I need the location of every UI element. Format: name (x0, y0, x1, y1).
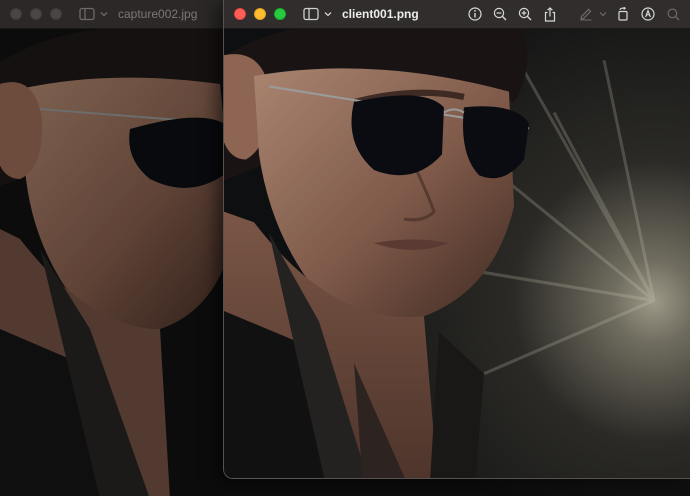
rotate-icon[interactable] (612, 3, 634, 25)
zoom-in-icon[interactable] (514, 3, 536, 25)
window-title: capture002.jpg (118, 7, 198, 21)
desktop: capture002.jpg client001.png (0, 0, 690, 496)
titlebar[interactable]: client001.png (224, 0, 690, 29)
info-icon[interactable] (464, 3, 486, 25)
minimize-button[interactable] (254, 8, 266, 20)
sidebar-icon[interactable] (76, 3, 98, 25)
zoom-button[interactable] (50, 8, 62, 20)
toolbar (464, 3, 684, 25)
chevron-down-icon[interactable] (98, 3, 110, 25)
share-icon[interactable] (539, 3, 561, 25)
chevron-down-icon[interactable] (322, 3, 334, 25)
zoom-out-icon[interactable] (489, 3, 511, 25)
preview-window-active[interactable]: client001.png (223, 0, 690, 479)
sidebar-icon[interactable] (300, 3, 322, 25)
window-title: client001.png (342, 7, 419, 21)
markup-pen-icon[interactable] (578, 3, 594, 25)
close-button[interactable] (10, 8, 22, 20)
close-button[interactable] (234, 8, 246, 20)
minimize-button[interactable] (30, 8, 42, 20)
window-controls (10, 8, 62, 20)
window-controls (234, 8, 286, 20)
zoom-button[interactable] (274, 8, 286, 20)
portrait-image (224, 29, 690, 478)
annotate-icon[interactable] (637, 3, 659, 25)
search-icon[interactable] (662, 3, 684, 25)
image-canvas (224, 29, 690, 478)
chevron-down-icon[interactable] (597, 3, 609, 25)
